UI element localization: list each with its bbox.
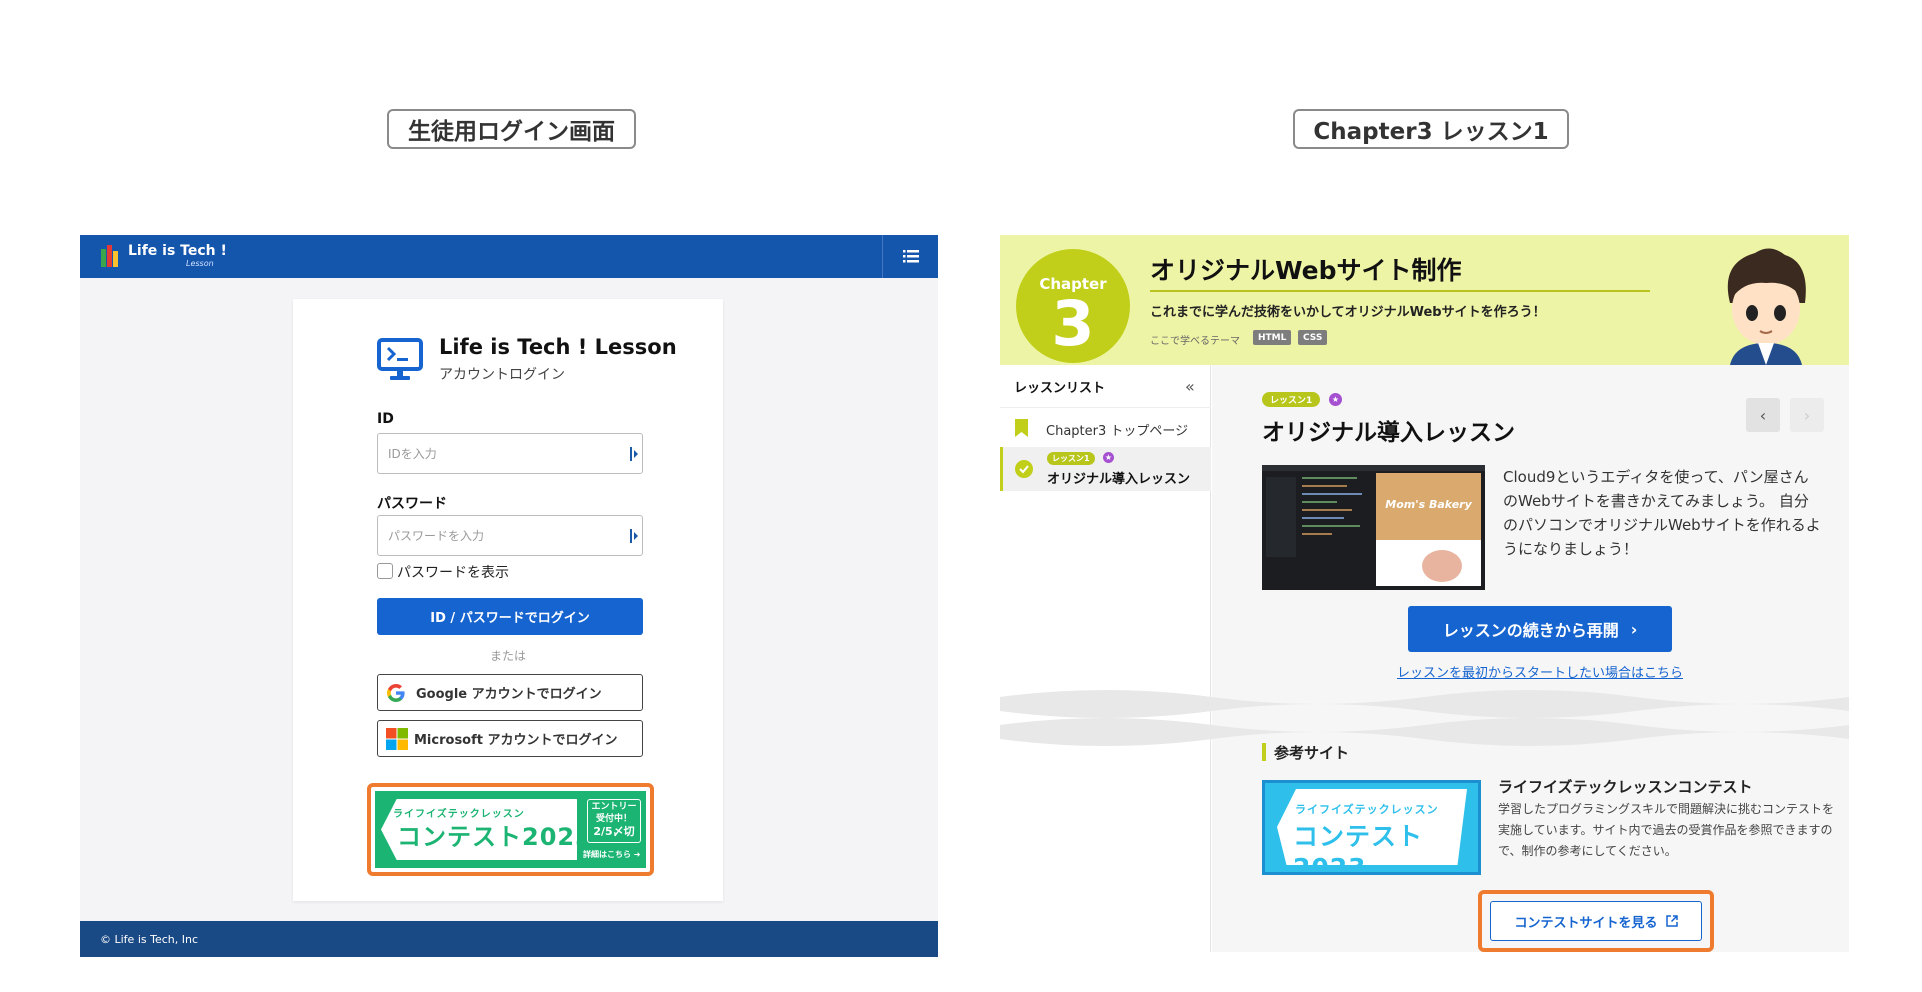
contest-site-button[interactable]: コンテストサイトを見る — [1490, 901, 1702, 941]
logo-subtext: Lesson — [186, 259, 214, 268]
wave-divider — [1000, 690, 1849, 746]
right-caption: Chapter3 レッスン1 — [1293, 109, 1569, 149]
id-input[interactable] — [377, 433, 643, 474]
chapter-badge: Chapter 3 — [1016, 249, 1130, 363]
contest-button-highlight: コンテストサイトを見る — [1478, 890, 1714, 952]
list-icon — [902, 250, 919, 263]
banner-detail-link[interactable]: 詳細はこちら ➜ — [583, 849, 641, 860]
sidebar-item-chapter-top[interactable]: Chapter3 トップページ — [1000, 407, 1211, 447]
lesson-description: Cloud9というエディタを使って、パン屋さんのWebサイトを書きかえてみましょ… — [1503, 468, 1821, 558]
microsoft-icon — [386, 727, 408, 750]
bookmark-icon — [1015, 419, 1028, 437]
external-link-icon — [1665, 915, 1678, 927]
logo-icon — [101, 245, 119, 267]
thumbnail-caption: Mom's Bakery — [1385, 498, 1472, 511]
star-icon: ★ — [1329, 393, 1342, 406]
password-manager-icon[interactable] — [630, 447, 638, 461]
tag-html: HTML — [1253, 330, 1292, 345]
show-password-label[interactable]: パスワードを表示 — [397, 562, 509, 582]
theme-label: ここで学べるテーマ — [1150, 336, 1240, 347]
contest-reference-banner[interactable]: ライフイズテックレッスン コンテスト2023 — [1262, 780, 1481, 875]
check-circle-icon — [1015, 460, 1033, 478]
resume-lesson-button[interactable]: レッスンの続きから再開 › — [1408, 606, 1672, 652]
google-icon — [387, 683, 405, 702]
login-screen: Life is Tech ! Lesson Life is Tech ! Les… — [80, 235, 938, 957]
restart-lesson-link[interactable]: レッスンを最初からスタートしたい場合はこちら — [1212, 662, 1849, 681]
sidebar-item-label: Chapter3 トップページ — [1046, 424, 1189, 439]
show-password-checkbox[interactable] — [377, 563, 393, 579]
lesson-screen: Chapter 3 オリジナルWebサイト制作 これまでに学んだ技術をいかしてオ… — [1000, 235, 1849, 952]
chevron-right-icon: › — [1803, 405, 1811, 425]
star-icon: ★ — [1103, 452, 1114, 463]
collapse-sidebar-icon[interactable]: « — [1185, 377, 1195, 396]
arrow-circle-icon: ➜ — [633, 850, 641, 859]
entry-deadline: 2/5〆切 — [593, 825, 635, 839]
lesson-title: オリジナル導入レッスン — [1262, 420, 1515, 446]
chevron-left-icon: ‹ — [1759, 405, 1767, 425]
login-title: Life is Tech ! Lesson — [439, 335, 677, 359]
lesson-main: レッスン1 ★ オリジナル導入レッスン ‹ › Mom's Bakery Clo… — [1000, 365, 1849, 952]
logo-text: Life is Tech ! — [128, 243, 227, 259]
reference-description: 学習したプログラミングスキルで問題解決に挑むコンテストを実施しています。サイト内… — [1498, 802, 1835, 858]
reference-name: ライフイズテックレッスンコンテスト — [1498, 778, 1753, 796]
or-divider: または — [489, 649, 526, 663]
banner-main-text: コンテスト2023 — [397, 823, 593, 851]
microsoft-login-button[interactable]: Microsoft アカウントでログイン — [377, 720, 643, 757]
banner-top-text: ライフイズテックレッスン — [1295, 803, 1439, 816]
chapter-number: 3 — [1051, 287, 1095, 360]
lesson-thumbnail: Mom's Bakery — [1262, 465, 1485, 590]
id-password-login-button[interactable]: ID / パスワードでログイン — [377, 598, 643, 635]
entry-line2: 受付中！ — [595, 813, 632, 824]
menu-button[interactable] — [882, 235, 938, 278]
lesson-badge: レッスン1 — [1262, 392, 1321, 407]
google-login-button[interactable]: Google アカウントでログイン — [377, 674, 643, 711]
sidebar-item-label: オリジナル導入レッスン — [1047, 472, 1191, 487]
tag-css: CSS — [1298, 330, 1328, 345]
password-input[interactable] — [377, 515, 643, 556]
lesson-sidebar: レッスンリスト « Chapter3 トップページ レッスン1 ★ オリジナル導… — [1000, 365, 1211, 952]
left-caption: 生徒用ログイン画面 — [387, 109, 636, 149]
entry-box: エントリー 受付中！ 2/5〆切 — [587, 799, 641, 843]
chapter-subtitle: これまでに学んだ技術をいかしてオリジナルWebサイトを作ろう！ — [1150, 305, 1546, 320]
next-lesson-button[interactable]: › — [1790, 398, 1824, 432]
entry-line1: エントリー — [591, 802, 637, 812]
chapter-title: オリジナルWebサイト制作 — [1150, 256, 1462, 285]
lesson-badge: レッスン1 — [1047, 452, 1095, 465]
character-avatar-icon — [1727, 248, 1806, 365]
reference-section-title: 参考サイト — [1274, 744, 1350, 762]
app-header: Life is Tech ! Lesson — [80, 235, 938, 278]
sidebar-title: レッスンリスト — [1014, 381, 1106, 396]
chapter-header: Chapter 3 オリジナルWebサイト制作 これまでに学んだ技術をいかしてオ… — [1000, 235, 1849, 365]
login-subtitle: アカウントログイン — [439, 367, 565, 383]
google-login-label: Google アカウントでログイン — [416, 687, 602, 702]
contest-banner-highlight: ライフイズテックレッスン コンテスト2023 エントリー 受付中！ 2/5〆切 … — [367, 783, 654, 876]
app-footer: © Life is Tech, Inc — [80, 921, 938, 957]
contest-banner[interactable]: ライフイズテックレッスン コンテスト2023 エントリー 受付中！ 2/5〆切 … — [375, 791, 646, 868]
chevron-right-icon: › — [1630, 619, 1638, 639]
microsoft-login-label: Microsoft アカウントでログイン — [414, 733, 618, 748]
id-label: ID — [377, 411, 394, 427]
prev-lesson-button[interactable]: ‹ — [1746, 398, 1780, 432]
password-manager-icon[interactable] — [630, 529, 638, 543]
banner-main-text: コンテスト2023 — [1293, 822, 1424, 875]
monitor-icon — [377, 338, 423, 380]
password-label: パスワード — [377, 496, 447, 512]
sidebar-item-lesson1[interactable]: レッスン1 ★ オリジナル導入レッスン — [1000, 447, 1211, 491]
